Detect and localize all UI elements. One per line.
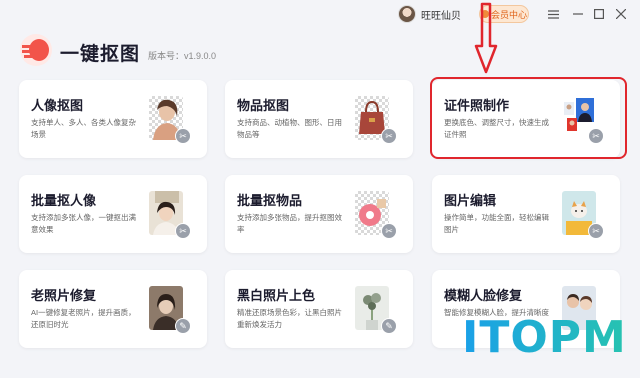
card-desc: 支持单人、多人、各类人像复杂场景 <box>31 118 136 139</box>
card-title: 物品抠图 <box>237 98 290 113</box>
card-desc: 支持商品、动植物、图形、日用物品等 <box>237 118 342 139</box>
maximize-icon[interactable] <box>592 7 606 21</box>
card-title: 黑白照片上色 <box>237 288 316 303</box>
card-desc: 支持添加多张人像，一键抠出满意效果 <box>31 213 136 234</box>
minimize-icon[interactable] <box>571 7 585 21</box>
menu-icon[interactable] <box>546 7 560 21</box>
scissors-icon: ✂ <box>588 223 604 239</box>
repair-icon: ✎ <box>175 318 191 334</box>
card-portrait-cutout[interactable]: 人像抠图 支持单人、多人、各类人像复杂场景 ✂ <box>19 80 207 158</box>
card-object-cutout[interactable]: 物品抠图 支持商品、动植物、图形、日用物品等 ✂ <box>225 80 413 158</box>
card-title: 批量抠物品 <box>237 193 303 208</box>
card-title: 人像抠图 <box>31 98 84 113</box>
app-title: 一键抠图 <box>60 44 141 65</box>
app-logo <box>20 34 52 66</box>
card-desc: 精准还原场景色彩，让黑白照片重新焕发活力 <box>237 308 342 329</box>
card-title: 图片编辑 <box>444 193 497 208</box>
username: 旺旺仙贝 <box>421 10 461 22</box>
card-batch-portrait[interactable]: 批量抠人像 支持添加多张人像，一键抠出满意效果 ✂ <box>19 175 207 253</box>
scissors-icon: ✂ <box>175 128 191 144</box>
highlight-box-annotation <box>430 77 627 159</box>
scissors-icon: ✂ <box>381 128 397 144</box>
title-bar: 旺旺仙贝 会员中心 <box>0 0 640 30</box>
card-old-photo-repair[interactable]: 老照片修复 AI一键修复老照片，提升画质，还原旧时光 ✎ <box>19 270 207 348</box>
card-title: 批量抠人像 <box>31 193 97 208</box>
watermark: ITOPM <box>462 312 627 363</box>
scissors-icon: ✂ <box>175 223 191 239</box>
card-image-edit[interactable]: 图片编辑 操作简单，功能全面，轻松编辑图片 ✂ <box>432 175 620 253</box>
card-batch-object[interactable]: 批量抠物品 支持添加多张物品，提升抠图效率 ✂ <box>225 175 413 253</box>
user-profile[interactable]: 旺旺仙贝 <box>398 5 461 23</box>
card-bw-colorize[interactable]: 黑白照片上色 精准还原场景色彩，让黑白照片重新焕发活力 ✎ <box>225 270 413 348</box>
close-icon[interactable] <box>614 7 628 21</box>
card-desc: 操作简单，功能全面，轻松编辑图片 <box>444 213 549 234</box>
card-desc: 支持添加多张物品，提升抠图效率 <box>237 213 342 234</box>
card-title: 老照片修复 <box>31 288 97 303</box>
card-desc: AI一键修复老照片，提升画质，还原旧时光 <box>31 308 136 329</box>
red-arrow-annotation <box>474 2 498 74</box>
brush-icon: ✎ <box>381 318 397 334</box>
scissors-icon: ✂ <box>381 223 397 239</box>
app-version: 版本号：v1.9.0.0 <box>148 51 217 61</box>
card-title: 模糊人脸修复 <box>444 288 523 303</box>
avatar[interactable] <box>398 5 416 23</box>
app-header: 一键抠图 版本号：v1.9.0.0 <box>20 34 216 66</box>
